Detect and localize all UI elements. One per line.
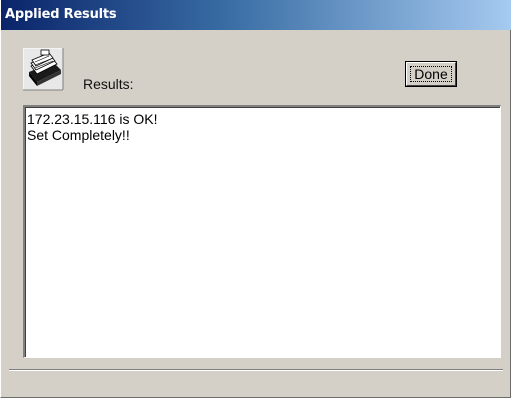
window-title: Applied Results	[5, 7, 117, 22]
done-button[interactable]: Done	[406, 62, 456, 86]
result-line: 172.23.15.116 is OK!	[27, 111, 158, 127]
results-text-area[interactable]: 172.23.15.116 is OK! Set Completely!!	[23, 105, 501, 358]
applied-results-dialog: Applied Results Results: Done 172.23.15.…	[0, 0, 511, 398]
results-label: Results:	[83, 76, 134, 92]
card-file-icon	[22, 47, 75, 94]
result-line: Set Completely!!	[27, 127, 130, 143]
done-button-label: Done	[414, 66, 448, 82]
bottom-divider	[9, 369, 503, 371]
title-bar[interactable]: Applied Results	[1, 0, 511, 30]
